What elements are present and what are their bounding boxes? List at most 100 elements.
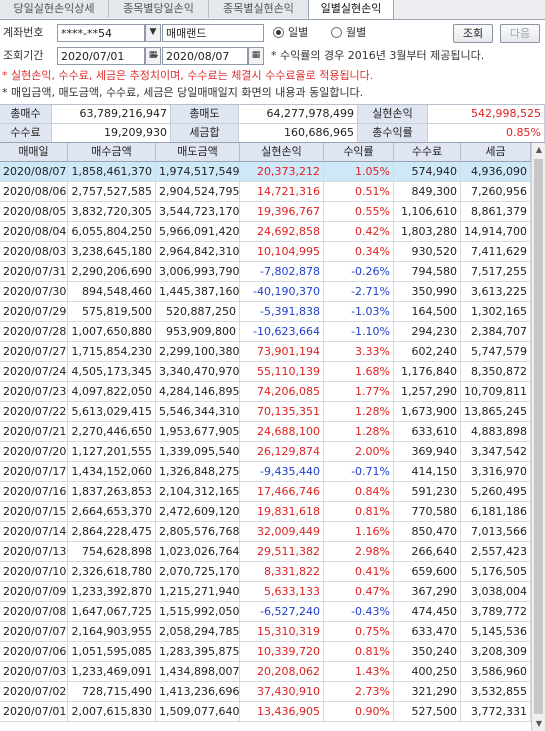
tab-today-pnl-by-stock[interactable]: 종목별당일손익 <box>109 0 209 18</box>
cell-fee: 1,176,840 <box>394 362 461 381</box>
cell-return: -2.71% <box>324 282 394 301</box>
account-dropdown-button[interactable]: ▼ <box>145 24 161 42</box>
table-row[interactable]: 2020/07/20 1,127,201,555 1,339,095,540 26,1… <box>0 442 531 462</box>
table-row[interactable]: 2020/07/22 5,613,029,415 5,546,344,310 70,1… <box>0 402 531 422</box>
cell-date: 2020/07/17 <box>0 462 68 481</box>
table-row[interactable]: 2020/07/03 1,233,469,091 1,434,898,007 20,2… <box>0 662 531 682</box>
table-row[interactable]: 2020/07/16 1,837,263,853 2,104,312,165 17,4… <box>0 482 531 502</box>
daily-radio[interactable] <box>273 27 284 38</box>
cell-tax: 5,260,495 <box>461 482 531 501</box>
cell-fee: 474,450 <box>394 602 461 621</box>
cell-tax: 5,145,536 <box>461 622 531 641</box>
table-row[interactable]: 2020/08/07 1,858,461,370 1,974,517,549 20,3… <box>0 162 531 182</box>
cell-fee: 1,803,280 <box>394 222 461 241</box>
cell-tax: 7,260,956 <box>461 182 531 201</box>
date-to-calendar-button[interactable]: ▦ <box>248 47 264 65</box>
monthly-radio-label[interactable]: 월별 <box>346 22 366 44</box>
tax-total-value: 160,686,965 <box>239 124 358 142</box>
cell-return: 0.34% <box>324 242 394 261</box>
cell-sell-amount: 2,964,842,310 <box>156 242 240 261</box>
next-button[interactable]: 다음 <box>500 24 540 43</box>
table-row[interactable]: 2020/07/09 1,233,392,870 1,215,271,940 5,63… <box>0 582 531 602</box>
tab-realized-by-stock[interactable]: 종목별실현손익 <box>209 0 309 18</box>
tax-total-label: 세금합 <box>171 124 239 142</box>
cell-return: -0.43% <box>324 602 394 621</box>
cell-sell-amount: 5,546,344,310 <box>156 402 240 421</box>
cell-fee: 633,470 <box>394 622 461 641</box>
total-return-value: 0.85% <box>428 124 545 142</box>
cell-buy-amount: 894,548,460 <box>68 282 156 301</box>
col-date[interactable]: 매매일 <box>0 143 68 161</box>
table-row[interactable]: 2020/08/05 3,832,720,305 3,544,723,170 19,3… <box>0 202 531 222</box>
cell-tax: 2,384,707 <box>461 322 531 341</box>
table-row[interactable]: 2020/08/03 3,238,645,180 2,964,842,310 10,1… <box>0 242 531 262</box>
cell-date: 2020/07/24 <box>0 362 68 381</box>
table-row[interactable]: 2020/07/23 4,097,822,050 4,284,146,895 74,2… <box>0 382 531 402</box>
cell-date: 2020/08/04 <box>0 222 68 241</box>
cell-return: 1.68% <box>324 362 394 381</box>
vertical-scrollbar[interactable]: ▲ ▼ <box>531 143 545 731</box>
table-row[interactable]: 2020/07/07 2,164,903,955 2,058,294,785 15,3… <box>0 622 531 642</box>
cell-realized-pnl: 74,206,085 <box>240 382 324 401</box>
cell-sell-amount: 3,006,993,790 <box>156 262 240 281</box>
col-fee[interactable]: 수수료 <box>394 143 461 161</box>
cell-buy-amount: 754,628,898 <box>68 542 156 561</box>
table-row[interactable]: 2020/07/15 2,664,653,370 2,472,609,120 19,8… <box>0 502 531 522</box>
cell-buy-amount: 2,757,527,585 <box>68 182 156 201</box>
col-sell-amount[interactable]: 매도금액 <box>156 143 240 161</box>
cell-realized-pnl: 10,339,720 <box>240 642 324 661</box>
table-row[interactable]: 2020/07/31 2,290,206,690 3,006,993,790 -7,8… <box>0 262 531 282</box>
col-realized-pnl[interactable]: 실현손익 <box>240 143 324 161</box>
cell-date: 2020/07/13 <box>0 542 68 561</box>
table-row[interactable]: 2020/07/27 1,715,854,230 2,299,100,380 73,9… <box>0 342 531 362</box>
table-row[interactable]: 2020/07/21 2,270,446,650 1,953,677,905 24,6… <box>0 422 531 442</box>
account-number-field[interactable]: ****-**54 <box>57 24 145 42</box>
cell-tax: 4,883,898 <box>461 422 531 441</box>
arrow-up-icon[interactable]: ▲ <box>532 143 545 157</box>
table-row[interactable]: 2020/07/29 575,819,500 520,887,250 -5,391,8… <box>0 302 531 322</box>
arrow-down-icon[interactable]: ▼ <box>532 717 545 731</box>
tab-today-realized-detail[interactable]: 당일실현손익상세 <box>0 0 109 18</box>
date-from-input[interactable]: 2020/07/01 <box>57 47 145 65</box>
cell-tax: 5,176,505 <box>461 562 531 581</box>
table-row[interactable]: 2020/07/24 4,505,173,345 3,340,470,970 55,1… <box>0 362 531 382</box>
table-row[interactable]: 2020/07/08 1,647,067,725 1,515,992,050 -6,5… <box>0 602 531 622</box>
table-row[interactable]: 2020/07/02 728,715,490 1,413,236,696 37,430… <box>0 682 531 702</box>
cell-buy-amount: 2,326,618,780 <box>68 562 156 581</box>
table-row[interactable]: 2020/07/28 1,007,650,880 953,909,800 -10,62… <box>0 322 531 342</box>
col-tax[interactable]: 세금 <box>461 143 531 161</box>
table-row[interactable]: 2020/07/06 1,051,595,085 1,283,395,875 10,3… <box>0 642 531 662</box>
cell-date: 2020/07/15 <box>0 502 68 521</box>
cell-date: 2020/08/07 <box>0 162 68 181</box>
scroll-thumb[interactable] <box>534 159 543 714</box>
table-row[interactable]: 2020/07/30 894,548,460 1,445,387,160 -40,19… <box>0 282 531 302</box>
daily-radio-label[interactable]: 일별 <box>288 22 308 44</box>
cell-date: 2020/07/23 <box>0 382 68 401</box>
account-name-field: 매매랜드 <box>162 24 264 42</box>
table-row[interactable]: 2020/08/04 6,055,804,250 5,966,091,420 24,6… <box>0 222 531 242</box>
table-row[interactable]: 2020/07/10 2,326,618,780 2,070,725,170 8,33… <box>0 562 531 582</box>
cell-realized-pnl: 24,692,858 <box>240 222 324 241</box>
cell-realized-pnl: -7,802,878 <box>240 262 324 281</box>
monthly-radio[interactable] <box>331 27 342 38</box>
cell-sell-amount: 1,509,077,640 <box>156 702 240 721</box>
table-row[interactable]: 2020/08/06 2,757,527,585 2,904,524,795 14,7… <box>0 182 531 202</box>
tab-daily-realized[interactable]: 일별실현손익 <box>308 0 394 19</box>
col-return[interactable]: 수익률 <box>324 143 394 161</box>
col-buy-amount[interactable]: 매수금액 <box>68 143 156 161</box>
total-buy-label: 총매수 <box>0 105 52 123</box>
date-to-input[interactable]: 2020/08/07 <box>162 47 248 65</box>
cell-fee: 770,580 <box>394 502 461 521</box>
cell-buy-amount: 1,647,067,725 <box>68 602 156 621</box>
table-row[interactable]: 2020/07/17 1,434,152,060 1,326,848,275 -9,4… <box>0 462 531 482</box>
table-row[interactable]: 2020/07/01 2,007,615,830 1,509,077,640 13,4… <box>0 702 531 722</box>
cell-fee: 350,240 <box>394 642 461 661</box>
cell-realized-pnl: 14,721,316 <box>240 182 324 201</box>
table-row[interactable]: 2020/07/13 754,628,898 1,023,026,764 29,511… <box>0 542 531 562</box>
cell-realized-pnl: 19,396,767 <box>240 202 324 221</box>
cell-tax: 10,709,811 <box>461 382 531 401</box>
query-button[interactable]: 조회 <box>453 24 493 43</box>
table-row[interactable]: 2020/07/14 2,864,228,475 2,805,576,768 32,0… <box>0 522 531 542</box>
cell-return: 2.00% <box>324 442 394 461</box>
cell-tax: 4,936,090 <box>461 162 531 181</box>
